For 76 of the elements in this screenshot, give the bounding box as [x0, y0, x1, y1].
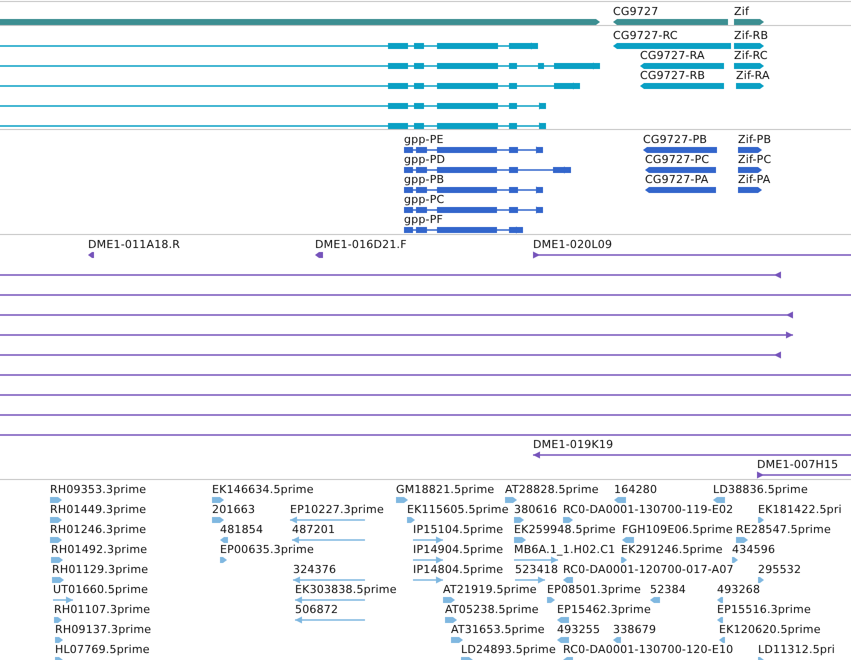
feature-label: CG9727-PB	[643, 133, 708, 146]
feature-label: RE28547.5prime	[736, 523, 831, 536]
feature-label: FGH109E06.5prime	[622, 523, 733, 536]
feature-label: 201663	[212, 503, 256, 516]
feature-label: RH01246.3prime	[50, 523, 146, 536]
feature-label: EK291246.5prime	[621, 543, 723, 556]
feature-label: AT05238.5prime	[445, 603, 539, 616]
feature-label: IP15104.5prime	[413, 523, 504, 536]
feature-label: RH01449.3prime	[50, 503, 146, 516]
feature-label: CG9727-PC	[645, 153, 710, 166]
feature-label: RH01492.3prime	[51, 543, 148, 556]
feature-label: RH01129.3prime	[52, 563, 148, 576]
feature-label: DME1-011A18.R	[88, 238, 180, 251]
feature-label: Zif	[734, 5, 750, 18]
feature-label: EK146634.5prime	[212, 483, 314, 496]
feature-label: 487201	[292, 523, 336, 536]
feature-label: Zif-RC	[734, 49, 768, 62]
feature-label: RC0-DA0001-130700-120-E10	[563, 643, 734, 656]
feature-label: CG9727	[613, 5, 658, 18]
feature-label: 493268	[717, 583, 760, 596]
feature-label: RC0-DA0001-130700-119-E02	[563, 503, 734, 516]
feature-label: EP15462.3prime	[557, 603, 651, 616]
feature-label: EP08501.3prime	[547, 583, 641, 596]
feature-label: 493255	[557, 623, 600, 636]
feature-label: MB6A.1_1.H02.C1	[514, 543, 616, 556]
feature-label: DME1-019K19	[533, 438, 614, 451]
feature-label: 338679	[613, 623, 656, 636]
feature-label: Zif-RA	[736, 69, 770, 82]
feature-label: UT01660.5prime	[53, 583, 148, 596]
feature-label: 434596	[732, 543, 776, 556]
feature-label: CG9727-RB	[640, 69, 706, 82]
feature-label: EP10227.3prime	[290, 503, 384, 516]
feature-label: 52384	[650, 583, 686, 596]
feature-label: IP14804.5prime	[413, 563, 504, 576]
feature-label: RH01107.3prime	[54, 603, 150, 616]
feature-label: gpp-PC	[404, 193, 444, 206]
feature-label: 380616	[514, 503, 558, 516]
feature-label: EK303838.5prime	[295, 583, 397, 596]
feature-label: LD11312.5pri	[758, 643, 836, 656]
feature-label: CG9727-RC	[613, 29, 678, 42]
feature-label: AT31653.5prime	[451, 623, 545, 636]
feature-label: Zif-PA	[738, 173, 770, 186]
feature-label: EK259948.5prime	[514, 523, 616, 536]
feature-label: DME1-016D21.F	[315, 238, 407, 251]
feature-label: Zif-PB	[738, 133, 772, 146]
feature-label: 324376	[293, 563, 336, 576]
feature-label: RC0-DA0001-120700-017-A07	[563, 563, 734, 576]
feature-label: 164280	[614, 483, 658, 496]
feature-label: IP14904.5prime	[413, 543, 504, 556]
feature-label: DME1-007H15	[757, 458, 838, 471]
feature-label: 295532	[758, 563, 802, 576]
feature-label: EK181422.5pri	[758, 503, 842, 516]
feature-label: RH09137.3prime	[55, 623, 152, 636]
feature-label: EK120620.5prime	[719, 623, 821, 636]
feature-label: gpp-PF	[404, 213, 444, 226]
feature-label: 481854	[220, 523, 264, 536]
feature-label: RH09353.3prime	[50, 483, 146, 496]
feature-label: 523418	[515, 563, 558, 576]
feature-label: 506872	[295, 603, 338, 616]
feature-label: LD38836.5prime	[713, 483, 808, 496]
feature-label: gpp-PB	[404, 173, 444, 186]
feature-label: CG9727-RA	[640, 49, 705, 62]
feature-label: Zif-PC	[738, 153, 772, 166]
feature-label: EP15516.3prime	[717, 603, 811, 616]
feature-label: CG9727-PA	[645, 173, 708, 186]
feature-label: EK115605.5prime	[407, 503, 509, 516]
feature-label: LD24893.5prime	[461, 643, 556, 656]
feature-label: AT28828.5prime	[505, 483, 599, 496]
feature-label: Zif-RB	[734, 29, 768, 42]
feature-label: DME1-020L09	[533, 238, 612, 251]
feature-label: EP00635.3prime	[220, 543, 314, 556]
feature-label: gpp-PE	[404, 133, 444, 146]
feature-label: AT21919.5prime	[443, 583, 537, 596]
feature-label: HL07769.5prime	[55, 643, 150, 656]
feature-label: GM18821.5prime	[396, 483, 494, 496]
feature-label: gpp-PD	[404, 153, 446, 166]
